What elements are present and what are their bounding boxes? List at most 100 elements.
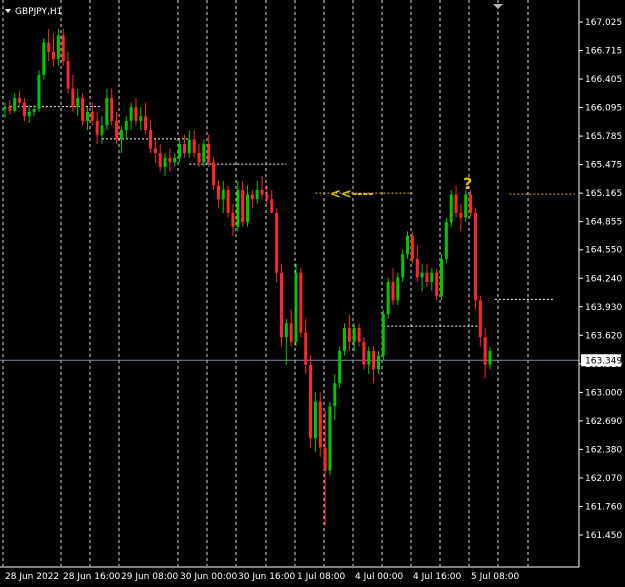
candle-body (386, 281, 390, 315)
candle-body (279, 272, 283, 338)
candle-body (376, 355, 380, 370)
candle-body (488, 350, 492, 365)
y-tick-label: 162.690 (585, 417, 622, 427)
candle-body (294, 272, 298, 342)
candle-body (284, 323, 288, 338)
x-tick-label: 4 Jul 16:00 (413, 572, 462, 582)
y-tick-label: 165.785 (585, 132, 622, 142)
candle-body (464, 194, 468, 218)
y-tick-label: 166.095 (585, 104, 622, 114)
candle-body (352, 327, 356, 342)
candle-body (425, 272, 429, 282)
price-chart[interactable]: 28 Jun 2022 28 Jun 16:00 29 Jun 08:00 30 Ju… (0, 0, 625, 587)
y-tick-label: 165.475 (585, 161, 622, 171)
candle-body (22, 102, 26, 117)
candle-body (430, 272, 434, 282)
y-tick-label: 164.240 (585, 274, 622, 284)
candle-body (178, 143, 182, 158)
candle-body (158, 153, 162, 167)
candle-body (367, 350, 371, 365)
candle-body (231, 212, 235, 227)
candle-body (197, 153, 201, 163)
candle-body (415, 258, 419, 278)
candle-body (100, 125, 104, 135)
current-price-label: 163.349 (585, 356, 622, 366)
x-tick-label: 30 Jun 00:00 (180, 572, 237, 582)
plot-area[interactable] (0, 0, 625, 587)
candle-body (381, 314, 385, 356)
candle-body (47, 42, 51, 52)
candle-body (275, 212, 279, 273)
x-tick-label: 4 Jul 00:00 (355, 572, 404, 582)
candle-body (333, 383, 337, 407)
candle-body (71, 88, 75, 108)
candle-body (129, 107, 133, 121)
candle-body (318, 401, 322, 448)
candle-body (449, 194, 453, 223)
candle-body (115, 120, 119, 140)
candle-body (270, 199, 274, 213)
candle-body (149, 130, 152, 149)
candle-body (192, 139, 196, 154)
candle-body (163, 157, 167, 167)
candle-body (483, 337, 487, 365)
candle-body (401, 254, 405, 278)
candle-body (110, 97, 114, 121)
candle-body (105, 97, 109, 126)
candle-body (76, 97, 80, 108)
y-tick-label: 163.620 (585, 331, 622, 341)
candle-body (372, 350, 376, 370)
y-tick-label: 166.405 (585, 75, 622, 85)
candle-body (187, 139, 191, 154)
x-tick-label: 5 Jul 08:00 (471, 572, 520, 582)
candle-body (32, 108, 36, 112)
candle-body (473, 212, 477, 301)
candle-body (250, 194, 254, 200)
candle-body (207, 143, 211, 163)
candle-body (309, 364, 313, 439)
candle-body (139, 116, 143, 121)
y-tick-label: 167.025 (585, 18, 622, 28)
candle-body (323, 447, 327, 471)
candle-body (216, 185, 220, 200)
candle-body (444, 222, 448, 259)
symbol-title: GBPJPY,H1 (15, 7, 62, 17)
y-tick-label: 166.715 (585, 47, 622, 57)
candle-body (478, 300, 482, 338)
candle-body (212, 162, 216, 186)
candle-body (119, 130, 123, 140)
candle-body (134, 107, 138, 121)
candle-body (226, 189, 230, 213)
y-tick-label: 164.855 (585, 218, 622, 228)
candle-body (328, 406, 332, 471)
candle-body (357, 327, 361, 342)
candle-body (27, 111, 31, 117)
candle-body (3, 107, 7, 109)
y-tick-label: 164.550 (585, 246, 622, 256)
candle-body (347, 327, 351, 342)
candle-body (85, 111, 89, 121)
candle-body (396, 277, 400, 301)
x-tick-label: 28 Jun 2022 (5, 572, 59, 582)
candle-body (454, 194, 458, 213)
candle-body (343, 327, 346, 351)
y-tick-label: 162.380 (585, 445, 622, 455)
candle-body (182, 143, 186, 154)
candle-body (313, 401, 317, 439)
x-tick-label: 1 Jul 08:00 (297, 572, 346, 582)
y-tick-label: 165.165 (585, 189, 622, 199)
question-annotation: ? (463, 174, 472, 193)
candle-body (260, 189, 264, 195)
candle-body (246, 194, 249, 223)
candle-body (221, 189, 225, 200)
candle-body (144, 116, 148, 131)
candle-body (56, 35, 60, 60)
candle-body (66, 61, 70, 89)
candle-body (362, 341, 366, 365)
candle-body (440, 258, 443, 296)
candle-body (37, 74, 41, 109)
candle-body (90, 111, 94, 121)
candle-body (265, 194, 269, 200)
candle-body (42, 42, 46, 75)
y-tick-label: 161.760 (585, 502, 622, 512)
